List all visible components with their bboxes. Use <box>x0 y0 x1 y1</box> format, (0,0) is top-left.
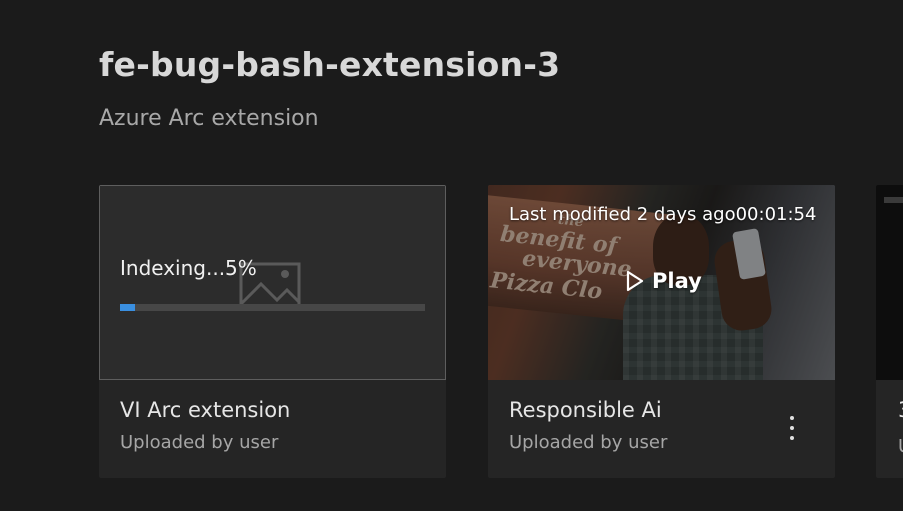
video-library-page: fe-bug-bash-extension-3 Azure Arc extens… <box>0 0 903 511</box>
page-title: fe-bug-bash-extension-3 <box>99 45 561 84</box>
video-card-vi-arc-extension[interactable]: Indexing...5% VI Arc extension Uploaded … <box>99 185 446 478</box>
play-label: Play <box>652 269 702 293</box>
last-modified-text: Last modified 2 days ago00:01:54 <box>509 204 816 225</box>
more-vertical-icon[interactable] <box>780 411 804 445</box>
menu-dot <box>790 436 794 440</box>
page-subtitle: Azure Arc extension <box>99 106 319 131</box>
video-uploader: Uploaded by user <box>509 432 668 453</box>
video-duration: 00:01:54 <box>735 204 817 225</box>
indexing-progress-fill <box>120 304 136 311</box>
video-title[interactable]: 3 <box>898 398 903 422</box>
indexing-status: Indexing...5% <box>120 256 257 280</box>
video-card-partial[interactable]: 3 U <box>876 185 903 478</box>
video-thumbnail-placeholder[interactable]: Indexing...5% <box>99 185 446 380</box>
menu-dot <box>790 416 794 420</box>
menu-dot <box>790 426 794 430</box>
video-card-info: Responsible Ai Uploaded by user <box>509 398 667 453</box>
video-uploader: U <box>898 436 903 457</box>
video-title[interactable]: Responsible Ai <box>509 398 667 422</box>
video-thumbnail[interactable]: the benefit of everyone Pizza Clo Last m… <box>488 185 835 380</box>
thumbnail-bar <box>884 197 903 203</box>
play-button[interactable]: Play <box>626 269 702 293</box>
indexing-progress-bar <box>120 304 425 311</box>
play-icon <box>626 270 644 292</box>
video-title[interactable]: VI Arc extension <box>120 398 290 422</box>
video-uploader: Uploaded by user <box>120 432 279 453</box>
last-modified-label: Last modified 2 days ago <box>509 204 736 225</box>
video-card-responsible-ai[interactable]: the benefit of everyone Pizza Clo Last m… <box>488 185 835 478</box>
video-card-info: VI Arc extension Uploaded by user <box>120 398 290 453</box>
video-thumbnail-dark[interactable] <box>876 185 903 380</box>
